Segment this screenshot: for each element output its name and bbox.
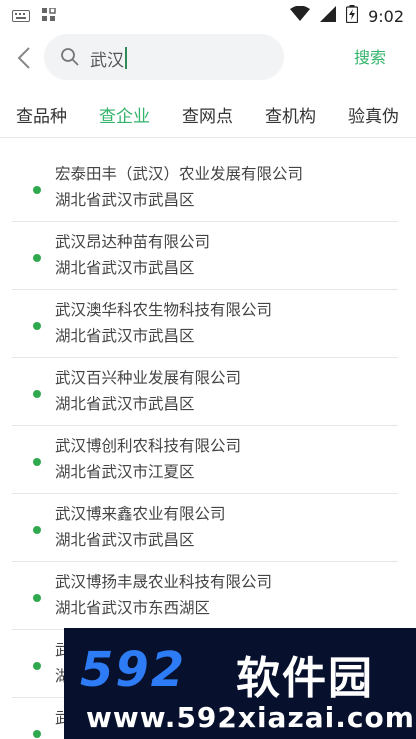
watermark-brand: 软件园 xyxy=(236,653,374,704)
app-grid-icon xyxy=(42,7,56,26)
watermark-banner: 592 软件园 www.592xiazai.com xyxy=(64,628,416,739)
bullet-dot-icon xyxy=(33,526,41,534)
company-address: 湖北省武汉市武昌区 xyxy=(55,191,195,209)
bullet-dot-icon xyxy=(33,390,41,398)
category-tabs: 查品种 查企业 查网点 查机构 验真伪 xyxy=(0,92,416,138)
search-icon xyxy=(61,48,79,66)
company-address: 湖北省武汉市武昌区 xyxy=(55,531,195,549)
bullet-dot-icon xyxy=(33,254,41,262)
company-address: 湖北省武汉市东西湖区 xyxy=(55,599,211,617)
bullet-dot-icon xyxy=(33,662,41,670)
search-input[interactable]: 武汉 xyxy=(90,45,127,71)
watermark-logo: 592 xyxy=(80,642,187,698)
wifi-icon xyxy=(290,5,311,26)
list-item[interactable]: 武汉昂达种苗有限公司 湖北省武汉市武昌区 xyxy=(12,222,398,290)
company-name: 武汉博创利农科技有限公司 xyxy=(55,437,242,455)
company-name: 武汉昂达种苗有限公司 xyxy=(55,233,211,251)
company-name: 武汉博扬丰晟农业科技有限公司 xyxy=(55,573,273,591)
clock: 9:02 xyxy=(368,6,404,26)
tab-enterprise[interactable]: 查企业 xyxy=(83,102,166,127)
list-item[interactable]: 武汉博扬丰晟农业科技有限公司 湖北省武汉市东西湖区 xyxy=(12,562,398,630)
bullet-dot-icon xyxy=(33,594,41,602)
bullet-dot-icon xyxy=(33,186,41,194)
list-item[interactable]: 武汉博创利农科技有限公司 湖北省武汉市江夏区 xyxy=(12,426,398,494)
tab-institution[interactable]: 查机构 xyxy=(249,102,332,127)
company-name: 宏泰田丰（武汉）农业发展有限公司 xyxy=(55,165,304,183)
search-query-text: 武汉 xyxy=(90,50,124,71)
keyboard-icon xyxy=(12,7,30,26)
bullet-dot-icon xyxy=(33,322,41,330)
list-item[interactable]: 武汉澳华科农生物科技有限公司 湖北省武汉市武昌区 xyxy=(12,290,398,358)
list-item[interactable]: 武汉百兴种业发展有限公司 湖北省武汉市武昌区 xyxy=(12,358,398,426)
company-address: 湖北省武汉市武昌区 xyxy=(55,327,195,345)
status-bar: 9:02 xyxy=(0,0,416,30)
search-button[interactable]: 搜索 xyxy=(354,44,386,68)
company-address: 湖北省武汉市武昌区 xyxy=(55,259,195,277)
company-address: 湖北省武汉市武昌区 xyxy=(55,395,195,413)
tab-outlet[interactable]: 查网点 xyxy=(166,102,249,127)
search-bar[interactable]: 武汉 xyxy=(44,34,284,80)
list-item[interactable]: 武汉博来鑫农业有限公司 湖北省武汉市武昌区 xyxy=(12,494,398,562)
tab-variety[interactable]: 查品种 xyxy=(0,102,83,127)
company-name: 武汉百兴种业发展有限公司 xyxy=(55,369,242,387)
signal-icon xyxy=(320,6,337,26)
bullet-dot-icon xyxy=(33,458,41,466)
chevron-left-icon xyxy=(17,47,30,69)
company-name: 武汉博来鑫农业有限公司 xyxy=(55,505,226,523)
text-cursor xyxy=(125,47,127,69)
company-address: 湖北省武汉市江夏区 xyxy=(55,463,195,481)
bullet-dot-icon xyxy=(33,730,41,738)
company-name: 武汉澳华科农生物科技有限公司 xyxy=(55,301,273,319)
battery-icon xyxy=(345,5,359,27)
search-header: 武汉 搜索 xyxy=(0,30,416,86)
list-item[interactable]: 宏泰田丰（武汉）农业发展有限公司 湖北省武汉市武昌区 xyxy=(12,154,398,222)
watermark-url: www.592xiazai.com xyxy=(86,701,415,734)
tab-verify[interactable]: 验真伪 xyxy=(332,102,415,127)
back-button[interactable] xyxy=(10,42,38,74)
